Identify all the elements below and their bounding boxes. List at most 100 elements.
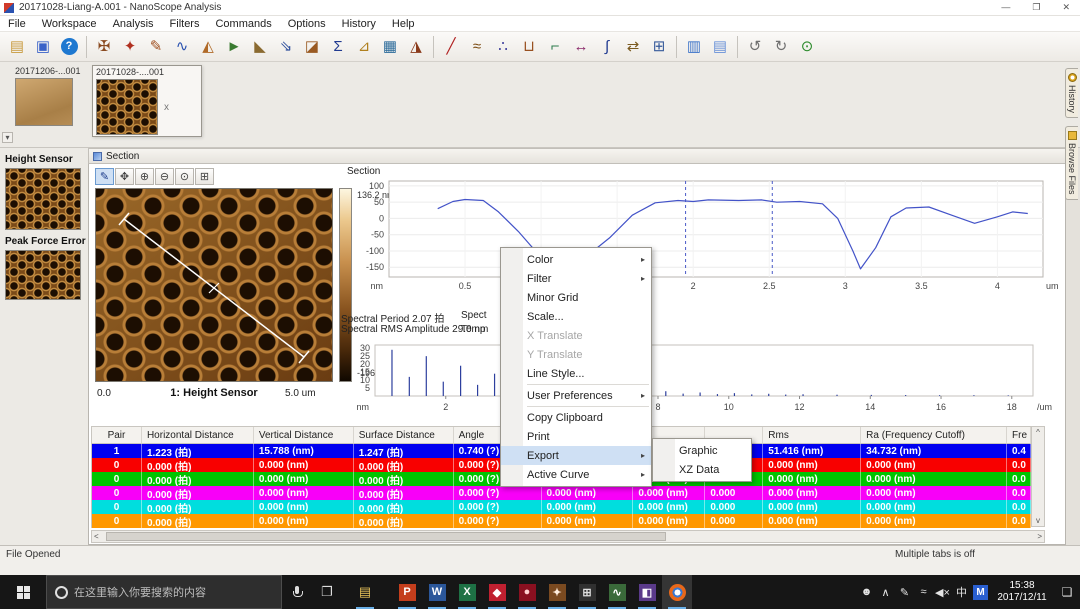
clock[interactable]: 15:38 2017/12/11 <box>990 575 1054 609</box>
app-red-icon[interactable]: ◆ <box>482 575 512 609</box>
menu-filters[interactable]: Filters <box>162 17 208 31</box>
probe-tool-icon[interactable]: ✠ <box>91 34 117 60</box>
table-row[interactable]: 00.000 (拍)0.000 (nm)0.000 (拍)0.000 (?)0.… <box>92 500 1031 514</box>
menu-item-x-translate[interactable]: X Translate <box>501 326 651 345</box>
sum-tool-icon[interactable]: Σ <box>325 34 351 60</box>
search-box[interactable]: 在这里输入你要搜索的内容 <box>46 575 282 609</box>
start-button[interactable] <box>0 575 46 609</box>
browser-icon[interactable] <box>662 575 692 609</box>
psd-analysis-icon[interactable]: ∫ <box>594 34 620 60</box>
scrollbar-thumb[interactable] <box>106 532 666 541</box>
menu-help[interactable]: Help <box>384 17 423 31</box>
zoom-in-icon[interactable]: ⊕ <box>135 168 154 185</box>
spectrum-chart[interactable]: 3025201510524681012141618nm/um <box>341 342 1063 422</box>
column-header[interactable]: Vertical Distance <box>254 427 354 444</box>
menu-item-y-translate[interactable]: Y Translate <box>501 345 651 364</box>
channel-thumbnail-2[interactable] <box>5 250 81 300</box>
corner-tool-icon[interactable]: ◣ <box>247 34 273 60</box>
origin-icon[interactable]: ∿ <box>602 575 632 609</box>
submenu-item-xz-data[interactable]: XZ Data <box>653 460 751 479</box>
column-header[interactable]: Fre <box>1007 427 1031 444</box>
minimize-button[interactable]: — <box>1001 2 1010 13</box>
hidden-icons-chevron[interactable]: ∧ <box>876 586 895 599</box>
network-icon[interactable]: ≈ <box>914 586 933 598</box>
help-icon[interactable]: ? <box>56 34 82 60</box>
menu-item-copy-clipboard[interactable]: Copy Clipboard <box>501 408 651 427</box>
column-header[interactable]: Horizontal Distance <box>142 427 254 444</box>
wear-tool-icon[interactable]: ◭ <box>195 34 221 60</box>
file-explorer-icon[interactable]: ▤ <box>350 575 380 609</box>
maximize-button[interactable]: ❐ <box>1032 2 1040 13</box>
cascade-windows-icon[interactable]: ▤ <box>707 34 733 60</box>
scratch-tool-icon[interactable]: ✎ <box>143 34 169 60</box>
scroll-down-icon[interactable]: v <box>1032 516 1044 525</box>
ime-language-indicator[interactable]: 中 <box>952 584 971 600</box>
tab-close-button[interactable]: x <box>164 102 169 113</box>
document-thumbnail[interactable] <box>96 79 158 135</box>
volume-muted-icon[interactable]: ◀× <box>933 586 952 599</box>
column-header[interactable]: Surface Distance <box>354 427 454 444</box>
particle-analysis-icon[interactable]: ∴ <box>490 34 516 60</box>
depth-analysis-icon[interactable]: ⊔ <box>516 34 542 60</box>
task-view-button[interactable]: ❐ <box>312 575 342 609</box>
table-vertical-scrollbar[interactable]: ^ v <box>1031 426 1045 527</box>
pen-icon[interactable]: ✎ <box>895 586 914 599</box>
redo-icon[interactable]: ↻ <box>768 34 794 60</box>
section-profile-chart[interactable]: Section 100500-50-100-1500.511.522.533.5… <box>341 166 1063 302</box>
undo-icon[interactable]: ↺ <box>742 34 768 60</box>
menu-item-filter[interactable]: Filter▸ <box>501 269 651 288</box>
excel-icon[interactable]: X <box>452 575 482 609</box>
mic-button[interactable] <box>282 575 312 609</box>
calculator-icon[interactable]: ⊞ <box>572 575 602 609</box>
people-icon[interactable]: ☻ <box>857 586 876 598</box>
menu-analysis[interactable]: Analysis <box>105 17 162 31</box>
roughness-analysis-icon[interactable]: ≈ <box>464 34 490 60</box>
afm-image[interactable] <box>95 188 333 382</box>
menu-history[interactable]: History <box>334 17 384 31</box>
submenu-item-graphic[interactable]: Graphic <box>653 441 751 460</box>
app-brown-icon[interactable]: ✦ <box>542 575 572 609</box>
tilt-tool-icon[interactable]: ◮ <box>403 34 429 60</box>
column-header[interactable]: Ra (Frequency Cutoff) <box>861 427 1007 444</box>
scroll-right-icon[interactable]: > <box>1037 532 1042 541</box>
tile-windows-icon[interactable]: ▥ <box>681 34 707 60</box>
zoom-out-icon[interactable]: ⊖ <box>155 168 174 185</box>
open-file-icon[interactable]: ▤ <box>4 34 30 60</box>
menu-workspace[interactable]: Workspace <box>34 17 105 31</box>
menu-item-minor-grid[interactable]: Minor Grid <box>501 288 651 307</box>
section-analysis-icon[interactable]: ╱ <box>438 34 464 60</box>
column-header[interactable]: Pair <box>92 427 142 444</box>
menu-item-active-curve[interactable]: Active Curve▸ <box>501 465 651 484</box>
menu-item-print[interactable]: Print <box>501 427 651 446</box>
document-tab-2[interactable]: 20171028-....001x <box>92 65 202 137</box>
xy-drift-icon[interactable]: ⇄ <box>620 34 646 60</box>
save-file-icon[interactable]: ▣ <box>30 34 56 60</box>
column-header[interactable]: Rms <box>763 427 861 444</box>
offset-tool-icon[interactable]: ⊞ <box>195 168 214 185</box>
m-app-tray-icon[interactable]: M <box>971 585 990 600</box>
io-status-icon[interactable]: ⊙ <box>794 34 820 60</box>
document-tab-1[interactable]: 20171206-...001 <box>12 65 88 127</box>
close-button[interactable]: ✕ <box>1062 2 1070 13</box>
scroll-up-icon[interactable]: ^ <box>1032 428 1044 437</box>
table-row[interactable]: 00.000 (拍)0.000 (nm)0.000 (拍)0.000 (?)0.… <box>92 514 1031 528</box>
export-tool-icon[interactable]: ⇘ <box>273 34 299 60</box>
table-row[interactable]: 00.000 (拍)0.000 (nm)0.000 (拍)0.000 (?)0.… <box>92 486 1031 500</box>
app-crimson-icon[interactable]: ● <box>512 575 542 609</box>
menu-commands[interactable]: Commands <box>207 17 279 31</box>
nanoscope-icon[interactable]: ◧ <box>632 575 662 609</box>
table-horizontal-scrollbar[interactable]: < > <box>91 530 1045 543</box>
channel-thumbnail-1[interactable] <box>5 168 81 230</box>
side-tab-browse-files[interactable]: Browse Files <box>1065 126 1078 200</box>
menu-item-line-style[interactable]: Line Style... <box>501 364 651 383</box>
document-thumbnail[interactable] <box>15 78 73 126</box>
surface-tool-icon[interactable]: ◪ <box>299 34 325 60</box>
menu-file[interactable]: File <box>0 17 34 31</box>
angle-tool-icon[interactable]: ⊿ <box>351 34 377 60</box>
pan-tool-icon[interactable]: ✥ <box>115 168 134 185</box>
tab-overflow-button[interactable]: ▾ <box>2 132 13 143</box>
grid-tool-icon[interactable]: ▦ <box>377 34 403 60</box>
multi-analysis-icon[interactable]: ⊞ <box>646 34 672 60</box>
zoom-reset-icon[interactable]: ⊙ <box>175 168 194 185</box>
action-center-icon[interactable]: ❏ <box>1054 575 1080 609</box>
